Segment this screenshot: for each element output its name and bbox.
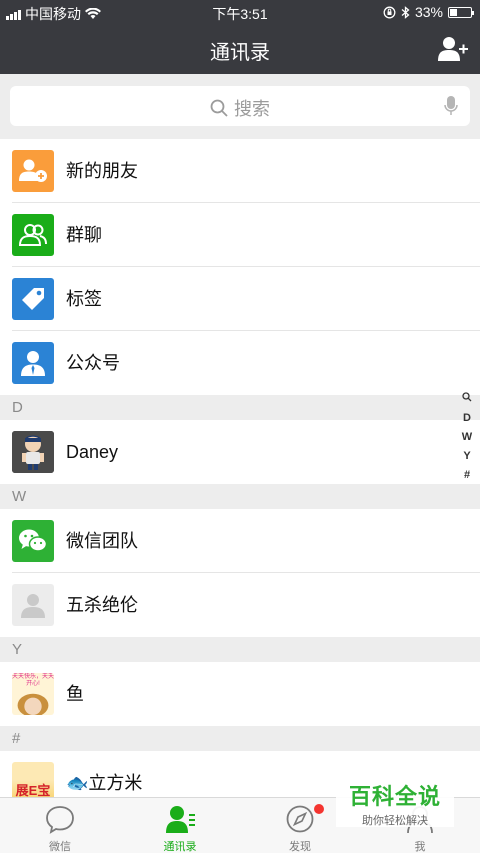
status-right: 33% [383,4,474,20]
index-letter[interactable]: Y [460,447,474,466]
battery-percent: 33% [414,4,443,20]
wechat-logo-icon [19,529,48,552]
chat-bubble-icon [46,806,74,834]
tab-chats[interactable]: 微信 [0,798,120,853]
tab-contacts[interactable]: 通讯录 [120,798,240,853]
add-contact-icon[interactable] [438,36,468,62]
status-bar: 中国移动 下午3:51 33% [0,0,480,24]
search-icon [210,99,228,117]
contacts-icon [166,806,195,833]
contact-row-yu[interactable]: 天天快乐，天天开心! 鱼 [0,662,480,726]
microphone-icon[interactable] [444,96,458,116]
contact-name: 微信团队 [66,531,138,551]
cartoon-player-avatar [12,431,54,473]
avatar-daney [12,431,54,473]
page-title: 通讯录 [210,42,270,64]
contact-row-wechat-team[interactable]: 微信团队 [0,509,480,573]
tag-icon [22,288,44,310]
contact-name: 五杀绝伦 [66,595,138,615]
alphabet-index[interactable]: D W Y # [460,390,474,485]
row-label: 标签 [66,289,102,309]
search-area: 搜索 [0,74,480,138]
avatar-yu-caption: 天天快乐，天天开心! [12,674,54,687]
battery-icon [448,6,474,18]
row-label: 公众号 [66,353,120,373]
index-letter[interactable]: D [460,409,474,428]
avatar-wechat-team [12,520,54,562]
official-account-icon [21,351,45,376]
add-friend-icon [19,159,47,182]
watermark-logo: 百科全说 助你轻松解决 [336,775,454,827]
girl-photo-avatar [17,693,49,715]
bluetooth-icon [401,5,410,19]
tab-label: 通讯录 [163,841,197,853]
discover-badge [314,804,324,814]
watermark-subtitle: 助你轻松解决 [362,815,428,827]
row-official-accounts[interactable]: 公众号 [0,331,480,395]
row-new-friends[interactable]: 新的朋友 [0,139,480,203]
search-input[interactable]: 搜索 [10,86,470,126]
tab-label: 微信 [49,841,71,853]
watermark-title: 百科全说 [348,784,441,809]
index-letter[interactable]: W [460,428,474,447]
contact-list: 新的朋友 群聊 标签 公众号 D Daney W 微信团队 五杀绝伦 Y 天天快… [0,139,480,815]
group-chat-icon [18,224,47,246]
new-friends-avatar [12,150,54,192]
section-header-y: Y [0,637,480,662]
default-avatar-icon [21,594,45,618]
contact-name: 鱼 [66,684,84,704]
tags-avatar [12,278,54,320]
section-header-d: D [0,395,480,420]
index-search-icon[interactable] [460,390,474,409]
contact-row-wusha[interactable]: 五杀绝伦 [0,573,480,637]
nav-bar: 通讯录 [0,24,480,74]
orientation-lock-icon [383,6,396,18]
row-label: 新的朋友 [66,161,138,181]
section-header-w: W [0,484,480,509]
tab-label: 发现 [289,841,311,853]
row-label: 群聊 [66,225,102,245]
official-accounts-avatar [12,342,54,384]
compass-icon [286,805,314,833]
contact-name: Daney [66,442,119,462]
row-group-chats[interactable]: 群聊 [0,203,480,267]
tab-label: 我 [414,841,426,853]
search-placeholder-wrap: 搜索 [10,95,470,121]
contact-row-daney[interactable]: Daney [0,420,480,484]
group-chats-avatar [12,214,54,256]
index-letter[interactable]: # [460,466,474,485]
avatar-wusha [12,584,54,626]
section-header-hash: # [0,726,480,751]
row-tags[interactable]: 标签 [0,267,480,331]
search-placeholder: 搜索 [234,99,270,119]
avatar-yu: 天天快乐，天天开心! [12,673,54,715]
